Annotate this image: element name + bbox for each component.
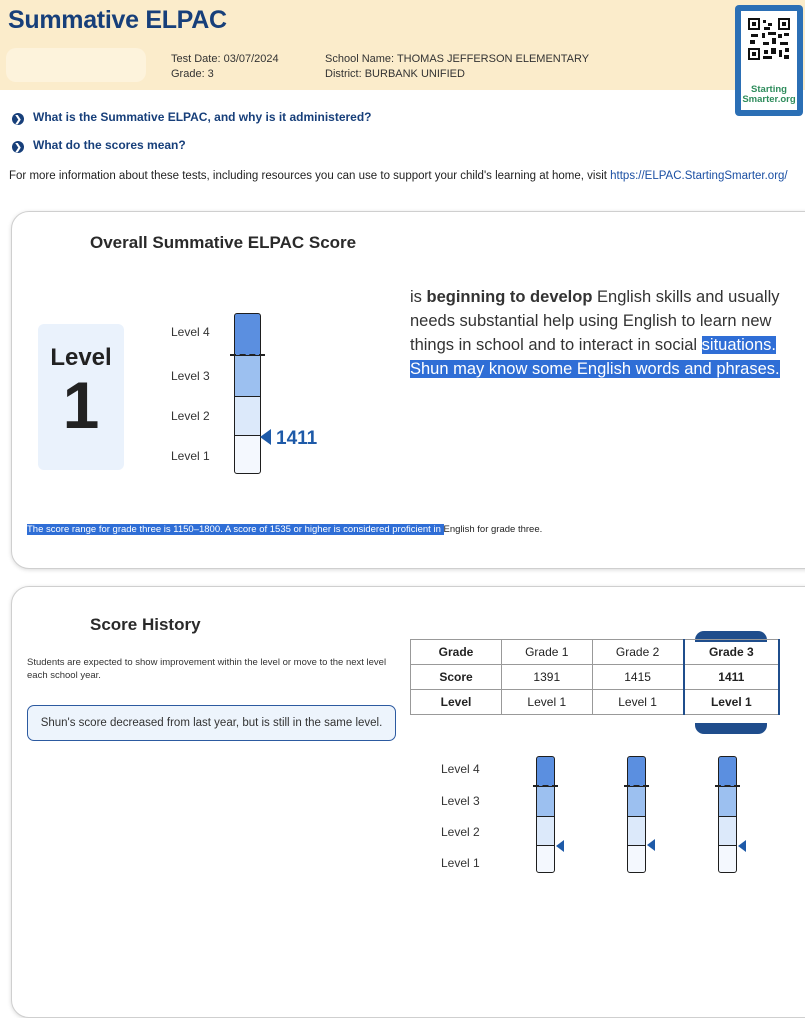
row-header: Score — [410, 664, 502, 690]
range-highlighted-text: The score range for grade three is 1150–… — [27, 524, 444, 535]
qr-label: Starting Smarter.org — [741, 85, 797, 105]
mini-bar-level-1 — [718, 845, 737, 873]
mini-bar-level-4 — [627, 756, 646, 787]
mini-bar-level-2 — [536, 816, 555, 846]
mini-score-marker — [647, 839, 655, 851]
mini-bar-level-2 — [627, 816, 646, 846]
bar-segment-level-1 — [234, 435, 261, 474]
range-text: English for grade three. — [443, 524, 543, 535]
mini-bar-level-3 — [536, 786, 555, 817]
bar-segment-level-3 — [234, 355, 261, 397]
level-description: is beginning to develop English skills a… — [410, 285, 790, 381]
overall-level-box: Level 1 — [38, 324, 124, 470]
qr-label-line-2: Smarter.org — [742, 94, 796, 105]
test-info: Test Date: 03/07/2024 Grade: 3 — [171, 52, 279, 82]
more-info-text: For more information about these tests, … — [9, 170, 788, 182]
overall-score-value: 1411 — [276, 428, 318, 449]
bar-segment-level-2 — [234, 396, 261, 436]
score-history-title: Score History — [90, 615, 201, 634]
level-number: 1 — [62, 368, 100, 442]
qr-code-panel: Starting Smarter.org — [741, 11, 797, 110]
overall-label-level-1: Level 1 — [171, 449, 210, 463]
faq-link-what-is-elpac[interactable]: ❯ What is the Summative ELPAC, and why is… — [12, 110, 372, 125]
mini-bar-level-1 — [627, 845, 646, 873]
bar-segment-level-4 — [234, 313, 261, 356]
qr-code-icon — [748, 18, 790, 60]
table-cell-current: Level 1 — [682, 689, 781, 715]
row-header: Level — [410, 689, 502, 715]
district-name: District: BURBANK UNIFIED — [325, 68, 465, 80]
mini-proficiency-line — [624, 785, 649, 787]
mini-score-marker — [738, 840, 746, 852]
test-date: Test Date: 03/07/2024 — [171, 53, 279, 65]
page-title: Summative ELPAC — [8, 6, 227, 34]
mini-bar-level-3 — [718, 786, 737, 817]
desc-prefix: is — [410, 288, 427, 306]
history-label-level-1: Level 1 — [441, 856, 480, 870]
mini-bar-level-4 — [718, 756, 737, 787]
mini-score-marker — [556, 840, 564, 852]
table-cell: Grade 1 — [501, 639, 593, 665]
school-name: School Name: THOMAS JEFFERSON ELEMENTARY — [325, 53, 590, 65]
overall-label-level-4: Level 4 — [171, 325, 210, 339]
faq-link-what-scores-mean[interactable]: ❯ What do the scores mean? — [12, 138, 186, 153]
score-history-table: Grade Grade 1 Grade 2 Grade 3 Score 1391… — [410, 639, 781, 715]
mini-proficiency-line — [715, 785, 740, 787]
table-row-score: Score 1391 1415 1411 — [410, 664, 781, 690]
history-label-level-3: Level 3 — [441, 794, 480, 808]
table-cell: Grade 2 — [591, 639, 685, 665]
score-range-note: The score range for grade three is 1150–… — [27, 524, 542, 535]
proficiency-line — [230, 354, 265, 356]
report-header: Summative ELPAC Test Date: 03/07/2024 Gr… — [0, 0, 805, 90]
row-header: Grade — [410, 639, 502, 665]
table-cell-current: Grade 3 — [682, 639, 781, 665]
history-label-level-4: Level 4 — [441, 762, 480, 776]
table-cell: 1391 — [501, 664, 593, 690]
history-intro: Students are expected to show improvemen… — [27, 657, 387, 681]
mini-bar-level-1 — [536, 845, 555, 873]
overall-score-card — [11, 211, 805, 569]
faq-label: What is the Summative ELPAC, and why is … — [33, 110, 372, 124]
table-cell: Level 1 — [591, 689, 685, 715]
overall-label-level-3: Level 3 — [171, 369, 210, 383]
table-cell: 1415 — [591, 664, 685, 690]
starting-smarter-link[interactable]: https://ELPAC.StartingSmarter.org/ — [610, 170, 787, 182]
faq-label: What do the scores mean? — [33, 138, 186, 152]
student-name-redaction — [6, 48, 146, 82]
qr-code-badge[interactable]: Starting Smarter.org — [735, 5, 803, 116]
overall-label-level-2: Level 2 — [171, 409, 210, 423]
history-label-level-2: Level 2 — [441, 825, 480, 839]
table-row-level: Level Level 1 Level 1 Level 1 — [410, 689, 781, 715]
table-cell: Level 1 — [501, 689, 593, 715]
desc-bold: beginning to develop — [426, 288, 593, 306]
mini-bar-level-3 — [627, 786, 646, 817]
grade: Grade: 3 — [171, 68, 214, 80]
mini-proficiency-line — [533, 785, 558, 787]
school-info: School Name: THOMAS JEFFERSON ELEMENTARY… — [325, 52, 589, 82]
chevron-right-icon: ❯ — [12, 113, 24, 125]
mini-bar-level-4 — [536, 756, 555, 787]
overall-score-title: Overall Summative ELPAC Score — [90, 233, 357, 252]
score-marker-arrow — [260, 429, 271, 445]
history-callout: Shun's score decreased from last year, b… — [27, 705, 396, 741]
chevron-right-icon: ❯ — [12, 141, 24, 153]
table-cell-current: 1411 — [682, 664, 781, 690]
table-row-grade: Grade Grade 1 Grade 2 Grade 3 — [410, 639, 781, 665]
mini-bar-level-2 — [718, 816, 737, 846]
more-info-sentence: For more information about these tests, … — [9, 170, 611, 182]
grade-3-highlight-bottom — [695, 723, 767, 734]
